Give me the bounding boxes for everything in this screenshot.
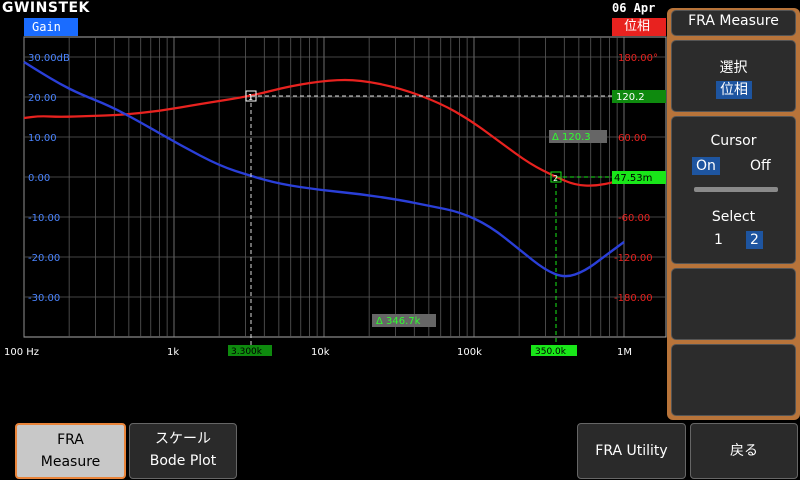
plot-area xyxy=(23,36,667,338)
back-softkey[interactable]: 戻る xyxy=(690,423,798,479)
phase-tick-0: 180.00° xyxy=(618,53,658,64)
select-trace-button[interactable]: 選択 位相 xyxy=(671,40,796,112)
cursor2-marker-label: 2 xyxy=(553,174,558,183)
cursor-on-option[interactable]: On xyxy=(692,157,720,175)
freq-tick-1m: 1M xyxy=(617,347,632,358)
fra-measure-line2: Measure xyxy=(40,454,101,470)
fra-utility-softkey[interactable]: FRA Utility xyxy=(577,423,686,479)
phase-channel-label: 位相 xyxy=(612,18,666,36)
scale-line2: Bode Plot xyxy=(149,453,217,469)
freq-tick-10k: 10k xyxy=(311,347,330,358)
cursor-divider xyxy=(694,187,778,192)
panel-title: FRA Measure xyxy=(688,13,779,29)
phase-tick-2: 60.00 xyxy=(618,133,647,144)
panel-empty-slot-1 xyxy=(671,268,796,340)
cursor1-marker-label: 1 xyxy=(248,93,253,102)
cursor-settings-group: Cursor On Off Select 1 2 xyxy=(671,116,796,264)
select-cursor-1[interactable]: 1 xyxy=(714,231,723,249)
bode-plot: 1 2 120.2 47.53m Δ 120.3 Δ 346.7k 3.300k… xyxy=(4,36,667,358)
delta-x-readout: Δ 346.7k xyxy=(376,316,421,327)
cursor2-readout: 47.53m xyxy=(614,173,652,184)
cursor1-freq: 3.300k xyxy=(231,347,263,357)
gain-channel-label: Gain xyxy=(24,18,78,36)
freq-tick-100k: 100k xyxy=(457,347,482,358)
freq-tick-100hz: 100 Hz xyxy=(4,347,39,358)
scale-bode-plot-softkey[interactable]: スケール Bode Plot xyxy=(129,423,237,479)
cursor-label: Cursor xyxy=(710,133,757,149)
gain-tick-4: -10.00 xyxy=(28,213,60,224)
phase-tick-4: -60.00 xyxy=(618,213,650,224)
cursor2-freq: 350.0k xyxy=(535,347,567,357)
select-cursor-2[interactable]: 2 xyxy=(746,231,763,249)
fra-measure-softkey[interactable]: FRA Measure xyxy=(15,423,126,479)
phase-tick-5: -120.00 xyxy=(614,253,653,264)
fra-measure-line1: FRA xyxy=(57,432,84,448)
panel-empty-slot-2 xyxy=(671,344,796,416)
gain-tick-5: -20.00 xyxy=(28,253,60,264)
cursor-off-option[interactable]: Off xyxy=(750,157,771,175)
freq-tick-1k: 1k xyxy=(167,347,179,358)
cursor1-readout: 120.2 xyxy=(616,92,645,103)
scale-line1: スケール xyxy=(155,431,211,447)
panel-title-box: FRA Measure xyxy=(671,10,796,36)
gain-tick-6: -30.00 xyxy=(28,293,60,304)
phase-tick-6: -180.00 xyxy=(614,293,653,304)
gain-tick-0: 30.00dB xyxy=(28,53,70,64)
select-cursor-label: Select xyxy=(711,209,756,225)
fra-measure-panel: FRA Measure 選択 位相 Cursor On Off Select 1… xyxy=(667,8,800,420)
gain-tick-1: 20.00 xyxy=(28,93,57,104)
gain-tick-2: 10.00 xyxy=(28,133,57,144)
select-trace-value: 位相 xyxy=(716,81,752,99)
select-trace-label: 選択 xyxy=(719,60,748,76)
gain-tick-3: 0.00 xyxy=(28,173,50,184)
delta-y-readout: Δ 120.3 xyxy=(552,132,591,143)
